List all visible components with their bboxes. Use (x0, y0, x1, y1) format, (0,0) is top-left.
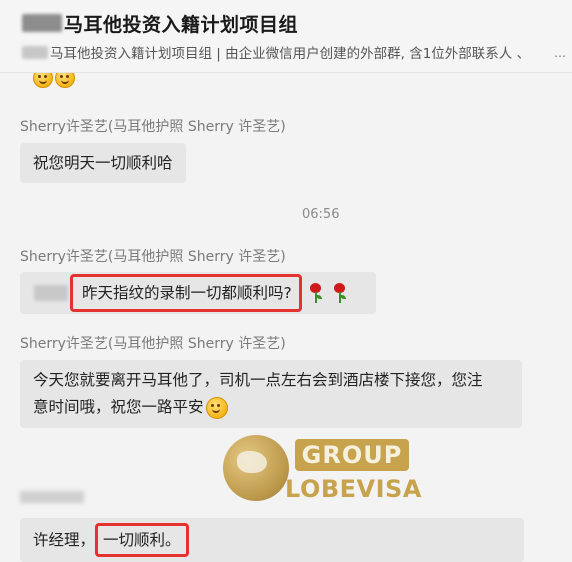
message-sender[interactable]: Sherry许圣艺(马耳他护照 Sherry 许圣艺) (20, 333, 286, 353)
message-bubble[interactable]: 昨天指纹的录制一切都顺利吗? (20, 272, 376, 314)
redacted-sender (20, 491, 84, 503)
highlight-box: 一切顺利。 (95, 523, 189, 557)
highlight-box: 昨天指纹的录制一切都顺利吗? (70, 274, 302, 312)
message-bubble[interactable]: 今天您就要离开马耳他了，司机一点左右会到酒店楼下接您，您注 意时间哦，祝您一路平… (20, 360, 522, 428)
globe-logo-icon (223, 435, 289, 501)
message-sender[interactable]: Sherry许圣艺(马耳他护照 Sherry 许圣艺) (20, 116, 286, 136)
message-text: 一切顺利。 (103, 531, 181, 549)
rose-emoji-icon (308, 283, 322, 303)
message-timestamp: 06:56 (302, 207, 340, 222)
message-bubble[interactable]: 许经理， 一切顺利。 (20, 518, 524, 562)
message-text-line: 意时间哦，祝您一路平安 (33, 398, 204, 416)
group-title[interactable]: 马耳他投资入籍计划项目组 (64, 10, 298, 37)
smile-emoji-icon (205, 396, 228, 419)
message-text: 祝您明天一切顺利哈 (33, 154, 173, 172)
redacted-text (34, 285, 68, 301)
message-text-line: 今天您就要离开马耳他了，司机一点左右会到酒店楼下接您，您注 (33, 371, 483, 389)
group-subtitle-row: 马耳他投资入籍计划项目组 | 由企业微信用户创建的外部群, 含1位外部联系人 、 (22, 42, 530, 62)
redacted-text (22, 45, 48, 59)
redacted-text (22, 14, 62, 32)
group-subtitle: 马耳他投资入籍计划项目组 | 由企业微信用户创建的外部群, 含1位外部联系人 、 (50, 46, 531, 62)
message-text: 昨天指纹的录制一切都顺利吗? (82, 284, 292, 302)
watermark-globevisa-text: LOBEVISA (285, 475, 422, 503)
more-icon[interactable]: … (554, 46, 566, 60)
watermark-group-text: GROUP (295, 439, 409, 471)
globevisa-watermark: GROUP LOBEVISA (223, 433, 423, 505)
message-bubble[interactable]: 祝您明天一切顺利哈 (20, 143, 186, 183)
group-title-row: 马耳他投资入籍计划项目组 (22, 10, 298, 36)
message-prefix: 许经理， (33, 531, 96, 549)
message-sender[interactable]: Sherry许圣艺(马耳他护照 Sherry 许圣艺) (20, 246, 286, 266)
chat-header: 马耳他投资入籍计划项目组 马耳他投资入籍计划项目组 | 由企业微信用户创建的外部… (0, 0, 572, 73)
rose-emoji-icon (332, 283, 346, 303)
